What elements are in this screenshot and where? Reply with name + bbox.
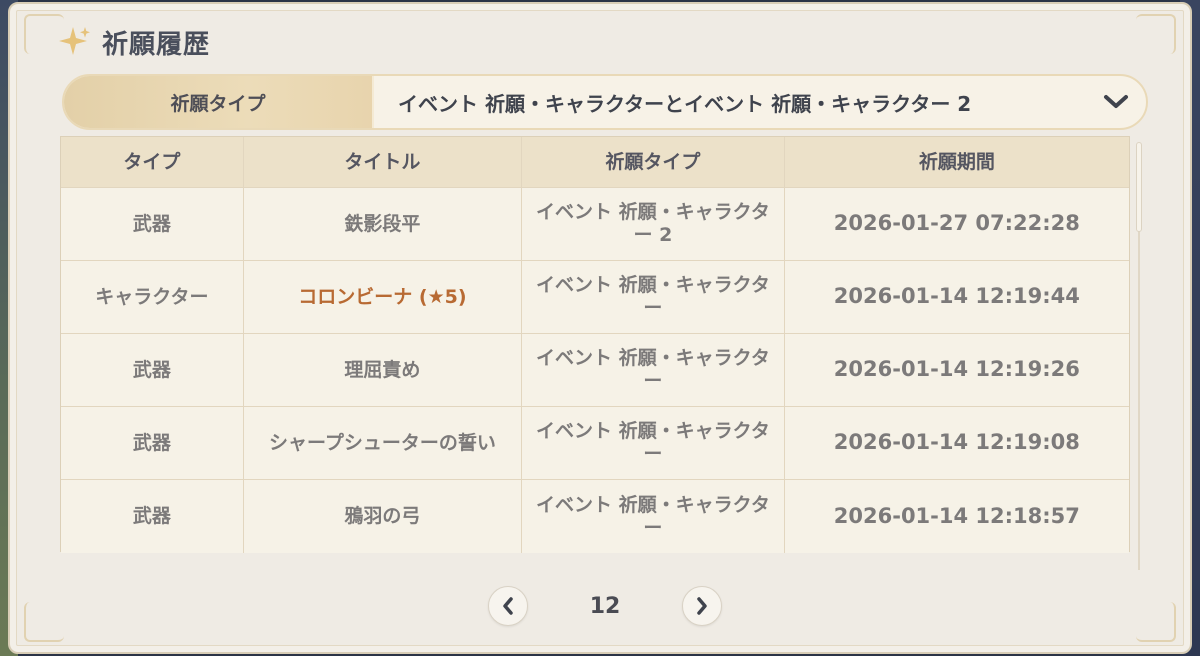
cell-type: 武器 — [61, 407, 244, 479]
cell-time: 2026-01-14 12:18:57 — [833, 503, 1080, 528]
sparkle-star-icon — [59, 27, 90, 55]
current-page-number: 12 — [589, 593, 621, 619]
prev-page-button[interactable] — [488, 586, 528, 626]
table-row: キャラクター コロンビーナ (★5) イベント 祈願・キャラクター 2026-0… — [61, 261, 1129, 334]
cell-wish-type: イベント 祈願・キャラクター — [522, 480, 785, 553]
cell-time: 2026-01-14 12:19:26 — [833, 357, 1080, 382]
pagination: 12 — [488, 584, 722, 628]
table-row: 武器 理屈責め イベント 祈願・キャラクター 2026-01-14 12:19:… — [61, 334, 1129, 407]
wish-history-table: タイプ タイトル 祈願タイプ 祈願期間 武器 鉄影段平 イベント 祈願・キャラク… — [60, 136, 1130, 553]
cell-wish-type: イベント 祈願・キャラクター — [522, 407, 785, 479]
page-title: 祈願履歴 — [102, 29, 211, 60]
cell-title: 鴉羽の弓 — [244, 480, 523, 553]
chevron-right-icon — [697, 597, 707, 615]
cell-type: キャラクター — [61, 261, 244, 333]
table-header-row: タイプ タイトル 祈願タイプ 祈願期間 — [61, 137, 1129, 188]
cell-wish-type: イベント 祈願・キャラクター 2 — [522, 188, 785, 260]
panel-header: 祈願履歴 — [58, 22, 210, 62]
table-scrollbar[interactable] — [1135, 142, 1143, 574]
panel-corner-ornament — [24, 602, 64, 642]
cell-type: 武器 — [61, 334, 244, 406]
wish-type-filter-label: 祈願タイプ — [64, 76, 374, 128]
column-header-type: タイプ — [61, 137, 244, 187]
cell-title-five-star: コロンビーナ (★5) — [244, 261, 523, 333]
table-row: 武器 鴉羽の弓 イベント 祈願・キャラクター 2026-01-14 12:18:… — [61, 480, 1129, 553]
panel-corner-ornament — [1136, 602, 1176, 642]
wish-type-filter[interactable]: 祈願タイプ イベント 祈願・キャラクターとイベント 祈願・キャラクター 2 — [62, 74, 1148, 130]
column-header-wish-type: 祈願タイプ — [522, 137, 785, 187]
cell-wish-type: イベント 祈願・キャラクター — [522, 261, 785, 333]
chevron-left-icon — [503, 597, 513, 615]
column-header-time: 祈願期間 — [918, 150, 995, 173]
cell-time: 2026-01-27 07:22:28 — [833, 211, 1080, 236]
scrollbar-thumb[interactable] — [1136, 142, 1142, 232]
next-page-button[interactable] — [682, 586, 722, 626]
chevron-down-icon[interactable] — [1086, 76, 1146, 128]
cell-time: 2026-01-14 12:19:08 — [833, 430, 1080, 455]
cell-wish-type: イベント 祈願・キャラクター — [522, 334, 785, 406]
cell-type: 武器 — [61, 188, 244, 260]
panel-corner-ornament — [1136, 14, 1176, 54]
cell-type: 武器 — [61, 480, 244, 553]
cell-title: シャープシューターの誓い — [244, 407, 523, 479]
table-row: 武器 シャープシューターの誓い イベント 祈願・キャラクター 2026-01-1… — [61, 407, 1129, 480]
column-header-title: タイトル — [244, 137, 523, 187]
cell-title: 鉄影段平 — [244, 188, 523, 260]
table-row: 武器 鉄影段平 イベント 祈願・キャラクター 2 2026-01-27 07:2… — [61, 188, 1129, 261]
cell-title: 理屈責め — [244, 334, 523, 406]
cell-time: 2026-01-14 12:19:44 — [833, 284, 1080, 309]
wish-type-selected-value[interactable]: イベント 祈願・キャラクターとイベント 祈願・キャラクター 2 — [374, 88, 1086, 117]
